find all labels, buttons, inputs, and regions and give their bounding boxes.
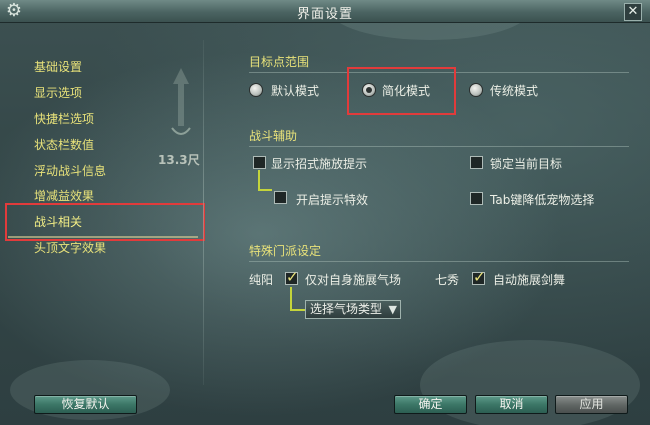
- label-tab-low-pet-select[interactable]: Tab键降低宠物选择: [490, 191, 594, 208]
- tree-connector: [258, 189, 272, 191]
- sidebar-item-basic[interactable]: 基础设置: [34, 58, 82, 75]
- apply-button[interactable]: 应用: [555, 395, 628, 414]
- label-lock-current-target[interactable]: 锁定当前目标: [490, 155, 562, 172]
- checkmark-icon: ✓: [473, 268, 486, 286]
- aura-type-dropdown[interactable]: 选择气场类型 ▼: [305, 300, 401, 319]
- sidebar-item-hotbar[interactable]: 快捷栏选项: [34, 110, 94, 127]
- aura-type-dropdown-label: 选择气场类型: [310, 302, 383, 316]
- highlight-box-simple-mode: [347, 67, 456, 115]
- sidebar-item-buffs[interactable]: 增减益效果: [34, 187, 94, 204]
- title-bar[interactable]: ⚙ 界面设置 ✕: [0, 0, 650, 23]
- school-label-qixiu: 七秀: [435, 273, 460, 287]
- confirm-button[interactable]: 确定: [394, 395, 467, 414]
- cancel-button[interactable]: 取消: [475, 395, 548, 414]
- sidebar-item-statusbar[interactable]: 状态栏数值: [34, 136, 94, 153]
- checkbox-tab-low-pet-select[interactable]: [470, 192, 483, 205]
- tree-connector: [258, 170, 260, 191]
- checkbox-show-skill-hint[interactable]: [253, 156, 266, 169]
- sidebar-item-display[interactable]: 显示选项: [34, 84, 82, 101]
- checkbox-enable-hint-effect[interactable]: [274, 191, 287, 204]
- section-divider: [249, 261, 629, 262]
- sidebar-item-overhead-text[interactable]: 头顶文字效果: [34, 239, 106, 256]
- panel-divider: [203, 40, 204, 385]
- close-button[interactable]: ✕: [624, 3, 642, 21]
- section-heading-target-range: 目标点范围: [249, 55, 310, 69]
- label-auto-sword-dance[interactable]: 自动施展剑舞: [493, 271, 565, 288]
- settings-window: ⚙ 界面设置 ✕ 基础设置 显示选项 快捷栏选项 状态栏数值 浮动战斗信息 增减…: [0, 0, 650, 425]
- school-label-chunyang: 纯阳: [249, 273, 274, 287]
- highlight-box-sidebar: [5, 203, 205, 241]
- tree-connector: [290, 287, 292, 311]
- section-divider: [249, 146, 629, 147]
- checkmark-icon: ✓: [286, 268, 299, 286]
- distance-readout: 13.3尺: [158, 153, 200, 167]
- checkbox-lock-current-target[interactable]: [470, 156, 483, 169]
- radio-label-default-mode[interactable]: 默认模式: [271, 82, 319, 99]
- restore-default-button[interactable]: 恢复默认: [34, 395, 137, 414]
- label-enable-hint-effect[interactable]: 开启提示特效: [296, 191, 368, 208]
- radio-classic-mode[interactable]: [469, 83, 483, 97]
- window-title: 界面设置: [296, 7, 353, 22]
- checkbox-auto-sword-dance[interactable]: ✓: [472, 268, 486, 286]
- checkbox-self-aura[interactable]: ✓: [285, 268, 299, 286]
- radio-default-mode[interactable]: [249, 83, 263, 97]
- label-show-skill-hint[interactable]: 显示招式施放提示: [271, 155, 367, 172]
- section-heading-special-school: 特殊门派设定: [249, 244, 322, 258]
- radio-label-classic-mode[interactable]: 传统模式: [490, 82, 538, 99]
- chevron-down-icon: ▼: [388, 303, 397, 316]
- close-icon: ✕: [627, 4, 639, 19]
- label-self-aura[interactable]: 仅对自身施展气场: [305, 271, 401, 288]
- tree-connector: [290, 309, 305, 311]
- section-heading-combat-assist: 战斗辅助: [249, 129, 298, 143]
- waypoint-arrow-icon: [171, 68, 191, 135]
- sidebar-item-floating-combat[interactable]: 浮动战斗信息: [34, 162, 106, 179]
